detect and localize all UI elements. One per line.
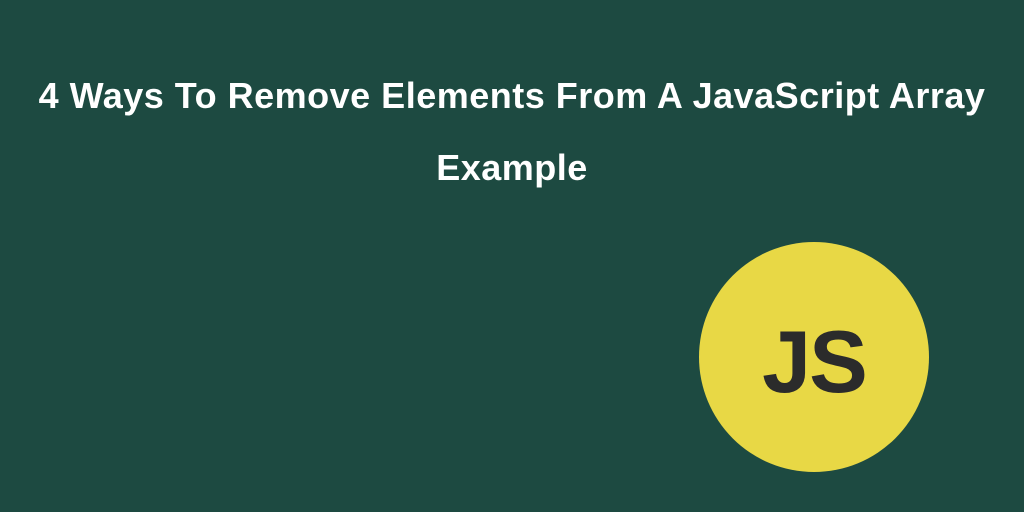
page-title: 4 Ways To Remove Elements From A JavaScr… xyxy=(0,0,1024,204)
javascript-logo: JS xyxy=(699,242,929,472)
javascript-logo-text: JS xyxy=(762,311,866,413)
